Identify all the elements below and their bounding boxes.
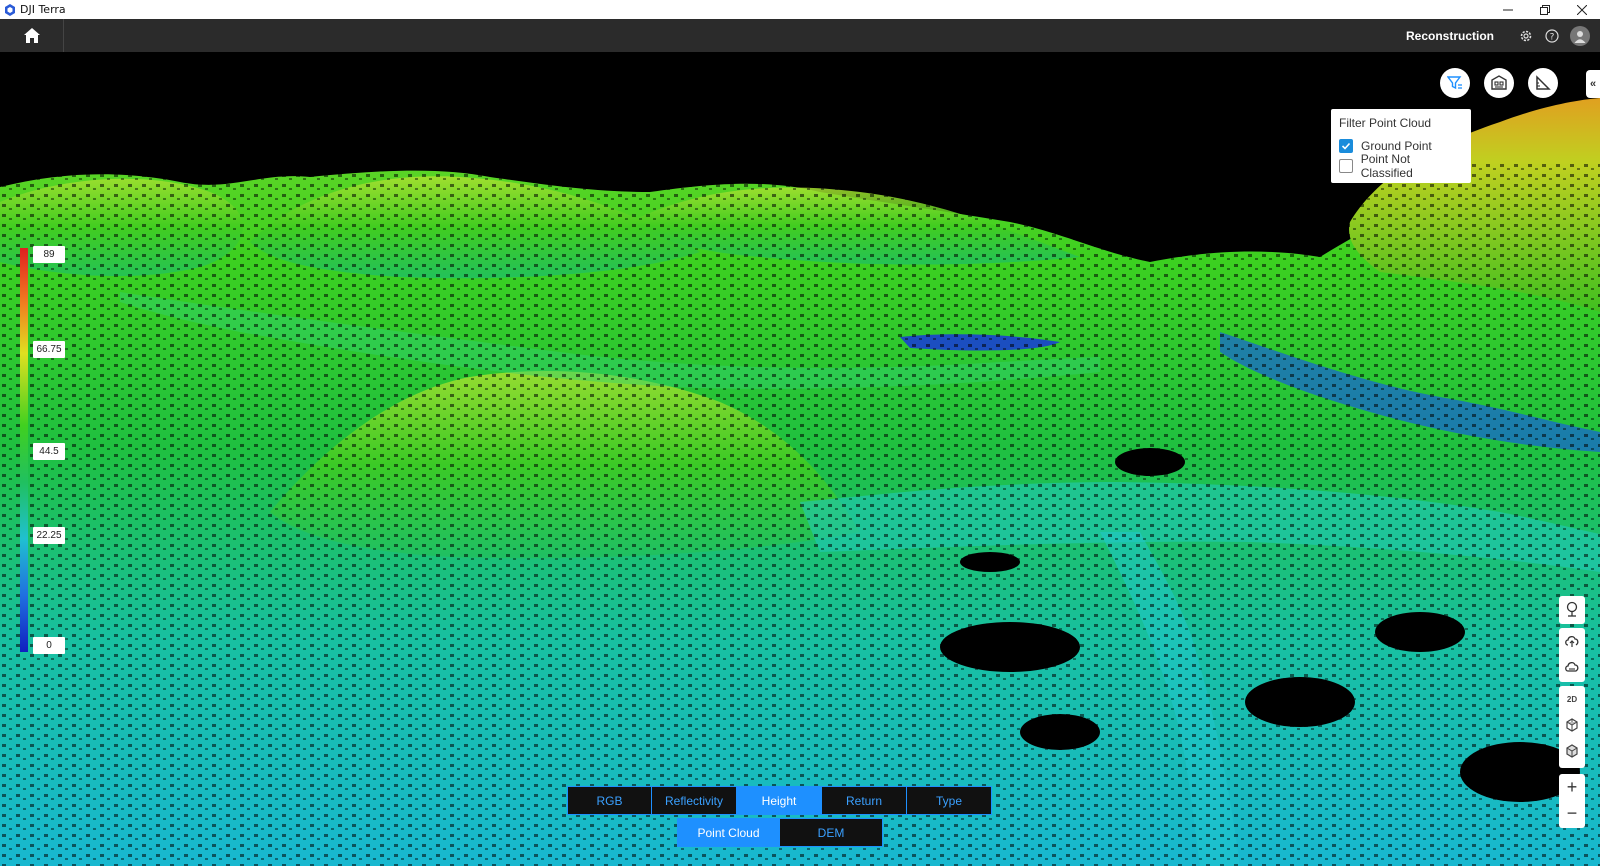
- settings-icon[interactable]: [1518, 28, 1534, 44]
- window-titlebar: DJI Terra: [0, 0, 1600, 19]
- legend-label-max: 89: [33, 246, 65, 263]
- legend-label-mid: 44.5: [33, 443, 65, 460]
- legend-label-upper: 66.75: [33, 341, 65, 358]
- zoom-out-icon: −: [1566, 802, 1578, 823]
- zoom-in-button[interactable]: +: [1559, 774, 1585, 800]
- tree-icon[interactable]: [1559, 596, 1585, 622]
- filter-icon: [1447, 76, 1462, 90]
- user-avatar-icon[interactable]: [1570, 25, 1590, 46]
- ground-point-checkbox[interactable]: [1339, 139, 1353, 153]
- cube-icon[interactable]: [1559, 738, 1585, 764]
- color-mode-rgb[interactable]: RGB: [568, 787, 652, 814]
- filter-point-cloud-panel: Filter Point Cloud Ground Point Point No…: [1331, 109, 1471, 183]
- color-mode-return[interactable]: Return: [822, 787, 907, 814]
- minimize-icon[interactable]: [1489, 0, 1526, 19]
- home-icon: [23, 28, 40, 43]
- home-button[interactable]: [0, 19, 64, 52]
- point-cloud-viewport[interactable]: « Filter Point Cloud Ground Point Point …: [0, 52, 1600, 866]
- color-mode-type[interactable]: Type: [907, 787, 991, 814]
- filter-panel-title: Filter Point Cloud: [1339, 116, 1432, 130]
- color-mode-selector: RGB Reflectivity Height Return Type: [567, 786, 992, 815]
- legend-label-lower: 22.25: [33, 527, 65, 544]
- building-icon: [1491, 75, 1507, 90]
- collapse-icon[interactable]: «: [1586, 70, 1600, 98]
- color-mode-reflectivity[interactable]: Reflectivity: [652, 787, 737, 814]
- zoom-in-icon: +: [1566, 776, 1578, 797]
- filter-option-point-not-classified[interactable]: Point Not Classified: [1339, 152, 1463, 180]
- svg-text:?: ?: [1550, 32, 1555, 42]
- color-mode-height[interactable]: Height: [737, 787, 822, 814]
- ground-point-label: Ground Point: [1361, 139, 1432, 153]
- view-mode-selector: Point Cloud DEM: [677, 818, 883, 847]
- right-toolbar-view: 2D: [1559, 686, 1585, 768]
- view-mode-point-cloud[interactable]: Point Cloud: [678, 819, 780, 846]
- right-toolbar-cloud: [1559, 628, 1585, 682]
- window-controls: [1489, 0, 1600, 19]
- height-legend-colorbar: [20, 248, 28, 652]
- window-title: DJI Terra: [20, 3, 66, 16]
- close-icon[interactable]: [1563, 0, 1600, 19]
- right-toolbar-zoom: + −: [1559, 774, 1585, 828]
- reconstruction-label[interactable]: Reconstruction: [1406, 29, 1494, 43]
- header-actions: Reconstruction ?: [1406, 19, 1590, 52]
- point-not-classified-label: Point Not Classified: [1360, 152, 1413, 180]
- view-2d-label: 2D: [1566, 694, 1578, 704]
- building-button[interactable]: [1484, 68, 1514, 98]
- box-icon[interactable]: [1559, 712, 1585, 738]
- help-icon[interactable]: ?: [1544, 28, 1560, 44]
- restore-icon[interactable]: [1526, 0, 1563, 19]
- measure-icon: [1536, 75, 1551, 90]
- app-header: Reconstruction ?: [0, 19, 1600, 52]
- cloud-upload-icon[interactable]: [1559, 628, 1585, 654]
- dji-terra-logo-icon: [5, 3, 15, 16]
- view-2d-button[interactable]: 2D: [1559, 686, 1585, 712]
- filter-button[interactable]: [1440, 68, 1470, 98]
- legend-label-min: 0: [33, 637, 65, 654]
- view-mode-dem[interactable]: DEM: [780, 819, 882, 846]
- measure-button[interactable]: [1528, 68, 1558, 98]
- zoom-out-button[interactable]: −: [1559, 800, 1585, 826]
- cloud-download-icon[interactable]: [1559, 654, 1585, 680]
- right-toolbar-layers: [1559, 596, 1585, 624]
- point-not-classified-checkbox[interactable]: [1339, 159, 1353, 173]
